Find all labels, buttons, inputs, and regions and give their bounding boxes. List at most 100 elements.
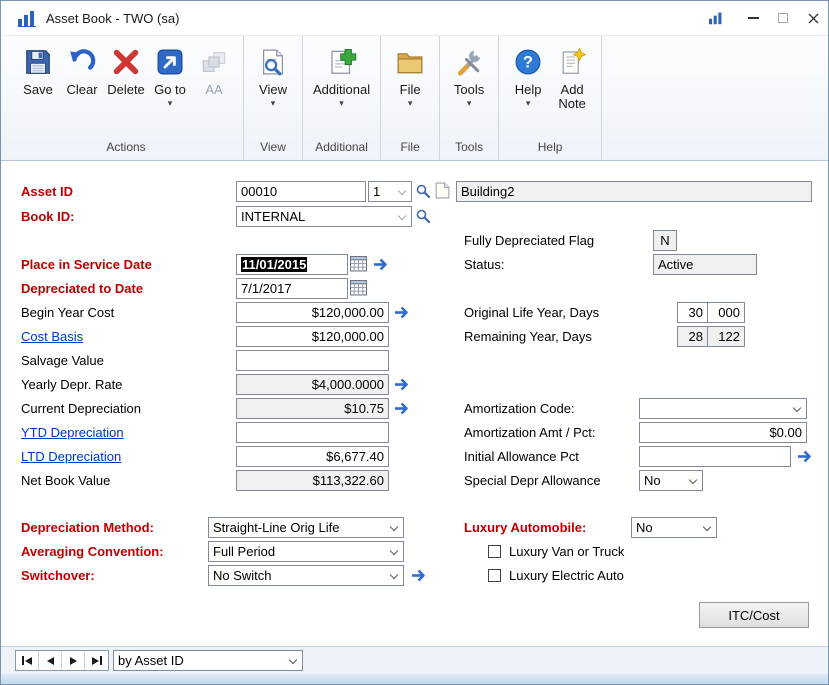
minimize-button[interactable] — [738, 1, 768, 35]
luxury-electric-auto-checkbox[interactable] — [488, 569, 501, 582]
ytd-depreciation-link[interactable]: YTD Depreciation — [21, 422, 124, 443]
view-button[interactable]: View ▾ — [251, 38, 295, 108]
salvage-value-field[interactable] — [236, 350, 389, 371]
last-record-button[interactable] — [85, 651, 108, 670]
place-in-service-date-field[interactable]: 11/01/2015 — [236, 254, 348, 275]
original-life-label: Original Life Year, Days — [464, 302, 599, 323]
add-note-icon — [557, 44, 587, 80]
remaining-life-label: Remaining Year, Days — [464, 326, 592, 347]
tools-button[interactable]: Tools ▾ — [447, 38, 491, 108]
additional-icon — [327, 44, 357, 80]
help-icon: ? — [513, 44, 543, 80]
averaging-convention-combo[interactable]: Full Period — [208, 541, 404, 562]
original-life-days-field[interactable]: 000 — [707, 302, 745, 323]
save-icon — [23, 44, 53, 80]
first-record-icon — [25, 657, 32, 665]
asset-description-field: Building2 — [456, 181, 812, 202]
save-button[interactable]: Save — [16, 38, 60, 97]
add-note-button[interactable]: Add Note — [550, 38, 594, 111]
toolbar-group-label-tools: Tools — [447, 136, 491, 160]
luxury-automobile-combo[interactable]: No — [631, 517, 717, 538]
place-in-service-expansion-button[interactable] — [372, 257, 389, 272]
asset-id-field[interactable]: 00010 — [236, 181, 366, 202]
note-page-icon — [435, 182, 450, 199]
place-in-service-date-label: Place in Service Date — [21, 254, 152, 275]
goto-button[interactable]: Go to ▾ — [148, 38, 192, 108]
toolbar-group-label-file: File — [388, 136, 432, 160]
titlebar: Asset Book - TWO (sa) — [1, 1, 828, 35]
special-depr-allowance-combo[interactable]: No — [639, 470, 703, 491]
ltd-depreciation-field[interactable]: $6,677.40 — [236, 446, 389, 467]
additional-button[interactable]: Additional ▾ — [310, 38, 373, 108]
book-id-label: Book ID: — [21, 206, 74, 227]
yearly-depr-rate-expansion-button[interactable] — [393, 377, 410, 392]
toolbar-group-actions: Save Clear Delete — [9, 36, 244, 160]
original-life-years-field[interactable]: 30 — [677, 302, 708, 323]
expansion-arrow-icon — [372, 257, 389, 272]
tools-icon — [454, 44, 484, 80]
clear-icon — [67, 44, 97, 80]
expansion-arrow-icon — [796, 449, 813, 464]
current-depreciation-label: Current Depreciation — [21, 398, 141, 419]
minimize-icon — [748, 17, 759, 19]
asset-suffix-combo[interactable]: 1 — [368, 181, 412, 202]
begin-year-cost-expansion-button[interactable] — [393, 305, 410, 320]
chevron-down-icon — [398, 187, 406, 195]
itc-cost-button[interactable]: ITC/Cost — [699, 602, 809, 628]
toolbar-group-label-help: Help — [506, 136, 594, 160]
luxury-van-or-truck-label: Luxury Van or Truck — [509, 541, 624, 562]
luxury-van-or-truck-checkbox[interactable] — [488, 545, 501, 558]
first-record-button[interactable] — [16, 651, 39, 670]
toolbar-group-tools: Tools ▾ Tools — [440, 36, 499, 160]
status-label: Status: — [464, 254, 504, 275]
switchover-combo[interactable]: No Switch — [208, 565, 404, 586]
amortization-amt-pct-field[interactable]: $0.00 — [639, 422, 807, 443]
switchover-label: Switchover: — [21, 565, 95, 586]
initial-allowance-pct-label: Initial Allowance Pct — [464, 446, 579, 467]
depreciated-to-date-label: Depreciated to Date — [21, 278, 143, 299]
asset-lookup-button[interactable] — [415, 183, 431, 199]
chevron-down-icon — [390, 523, 398, 531]
depreciated-to-calendar-button[interactable] — [350, 279, 367, 296]
cost-basis-link[interactable]: Cost Basis — [21, 326, 83, 347]
fully-depreciated-flag-field: N — [653, 230, 677, 251]
book-id-combo[interactable]: INTERNAL — [236, 206, 412, 227]
previous-record-button[interactable] — [39, 651, 62, 670]
place-in-service-calendar-button[interactable] — [350, 255, 367, 272]
aa-icon — [199, 44, 229, 80]
current-depreciation-field: $10.75 — [236, 398, 389, 419]
next-record-button[interactable] — [62, 651, 85, 670]
initial-allowance-expansion-button[interactable] — [796, 449, 813, 464]
initial-allowance-pct-field[interactable] — [639, 446, 791, 467]
toolbar-group-additional: Additional ▾ Additional — [303, 36, 381, 160]
clear-button[interactable]: Clear — [60, 38, 104, 97]
help-button[interactable]: ? Help ▾ — [506, 38, 550, 108]
ytd-depreciation-field[interactable] — [236, 422, 389, 443]
ltd-depreciation-link[interactable]: LTD Depreciation — [21, 446, 121, 467]
maximize-button — [768, 1, 798, 35]
sort-by-combo[interactable]: by Asset ID — [113, 650, 303, 671]
book-lookup-button[interactable] — [415, 208, 431, 224]
depreciated-to-date-field[interactable]: 7/1/2017 — [236, 278, 348, 299]
depreciation-method-combo[interactable]: Straight-Line Orig Life — [208, 517, 404, 538]
begin-year-cost-field[interactable]: $120,000.00 — [236, 302, 389, 323]
aa-button: AA — [192, 38, 236, 97]
window-bottom-frame — [1, 674, 828, 685]
expansion-arrow-icon — [393, 305, 410, 320]
chevron-down-icon: ▾ — [271, 99, 276, 108]
last-record-icon — [92, 657, 99, 665]
asset-note-button[interactable] — [435, 182, 450, 199]
amortization-amt-pct-label: Amortization Amt / Pct: — [464, 422, 596, 443]
close-button[interactable] — [798, 1, 828, 35]
view-icon — [258, 44, 288, 80]
yearly-depr-rate-label: Yearly Depr. Rate — [21, 374, 122, 395]
file-button[interactable]: File ▾ — [388, 38, 432, 108]
delete-button[interactable]: Delete — [104, 38, 148, 97]
switchover-expansion-button[interactable] — [410, 568, 427, 583]
current-depreciation-expansion-button[interactable] — [393, 401, 410, 416]
cost-basis-field[interactable]: $120,000.00 — [236, 326, 389, 347]
expansion-arrow-icon — [393, 401, 410, 416]
begin-year-cost-label: Begin Year Cost — [21, 302, 114, 323]
chevron-down-icon — [793, 404, 801, 412]
amortization-code-combo[interactable] — [639, 398, 807, 419]
